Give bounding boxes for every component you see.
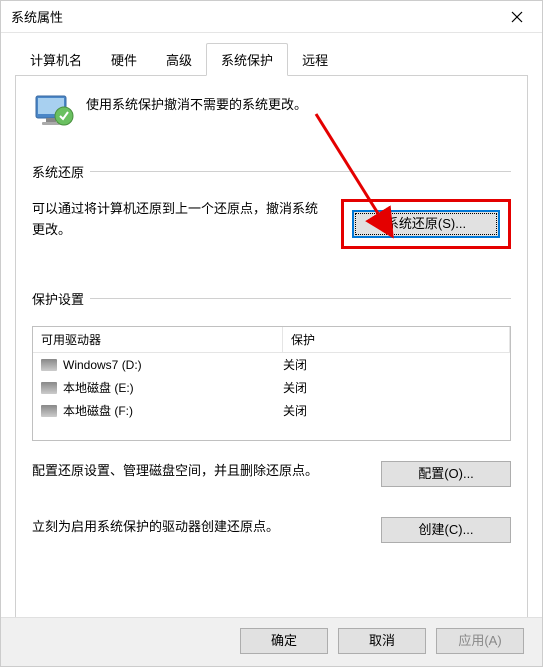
config-description: 配置还原设置、管理磁盘空间，并且删除还原点。 [32,461,367,482]
close-icon [511,11,523,23]
window-title: 系统属性 [11,7,63,26]
create-row: 立刻为启用系统保护的驱动器创建还原点。 创建(C)... [32,517,511,543]
disk-icon [41,359,57,371]
configure-button[interactable]: 配置(O)... [381,461,511,487]
drives-list-box: 可用驱动器 保护 Windows7 (D:) 关闭 本地磁盘 (E:) 关 [32,326,511,441]
system-protection-icon [32,90,74,132]
titlebar: 系统属性 [1,1,542,33]
drive-status: 关闭 [283,379,307,396]
tab-panel: 使用系统保护撤消不需要的系统更改。 系统还原 可以通过将计算机还原到上一个还原点… [15,76,528,629]
protect-section-title: 保护设置 [32,289,511,308]
create-description: 立刻为启用系统保护的驱动器创建还原点。 [32,517,367,538]
drives-list[interactable]: Windows7 (D:) 关闭 本地磁盘 (E:) 关闭 本地磁盘 (F:) [33,353,510,441]
divider [90,298,511,299]
tab-advanced[interactable]: 高级 [151,43,207,75]
disk-icon [41,382,57,394]
protect-section-label: 保护设置 [32,289,84,308]
ok-button[interactable]: 确定 [240,628,328,654]
close-button[interactable] [502,2,532,32]
restore-row: 可以通过将计算机还原到上一个还原点，撤消系统更改。 系统还原(S)... [32,199,511,249]
restore-description: 可以通过将计算机还原到上一个还原点，撤消系统更改。 [32,199,327,241]
dialog-footer: 确定 取消 应用(A) [1,617,542,666]
config-row: 配置还原设置、管理磁盘空间，并且删除还原点。 配置(O)... [32,461,511,487]
column-protection[interactable]: 保护 [283,327,510,352]
disk-icon [41,405,57,417]
drive-row[interactable]: Windows7 (D:) 关闭 [33,353,510,376]
tab-hardware[interactable]: 硬件 [96,43,152,75]
tab-strip: 计算机名 硬件 高级 系统保护 远程 [15,43,528,76]
cancel-button[interactable]: 取消 [338,628,426,654]
restore-section-label: 系统还原 [32,162,84,181]
column-drive[interactable]: 可用驱动器 [33,327,283,352]
create-button[interactable]: 创建(C)... [381,517,511,543]
drive-name: 本地磁盘 (E:) [63,379,134,396]
divider [90,171,511,172]
drives-header: 可用驱动器 保护 [33,327,510,353]
apply-button[interactable]: 应用(A) [436,628,524,654]
intro-row: 使用系统保护撤消不需要的系统更改。 [32,90,511,132]
drive-name: Windows7 (D:) [63,358,142,372]
tab-remote[interactable]: 远程 [287,43,343,75]
restore-section-title: 系统还原 [32,162,511,181]
highlight-box: 系统还原(S)... [341,199,511,249]
drive-row[interactable]: 本地磁盘 (E:) 关闭 [33,376,510,399]
drive-status: 关闭 [283,402,307,419]
tab-computer-name[interactable]: 计算机名 [15,43,97,75]
drive-status: 关闭 [283,356,307,373]
drive-row[interactable]: 本地磁盘 (F:) 关闭 [33,399,510,422]
intro-text: 使用系统保护撤消不需要的系统更改。 [86,90,307,113]
system-restore-button[interactable]: 系统还原(S)... [352,210,500,238]
drive-name: 本地磁盘 (F:) [63,402,133,419]
tab-system-protection[interactable]: 系统保护 [206,43,288,76]
